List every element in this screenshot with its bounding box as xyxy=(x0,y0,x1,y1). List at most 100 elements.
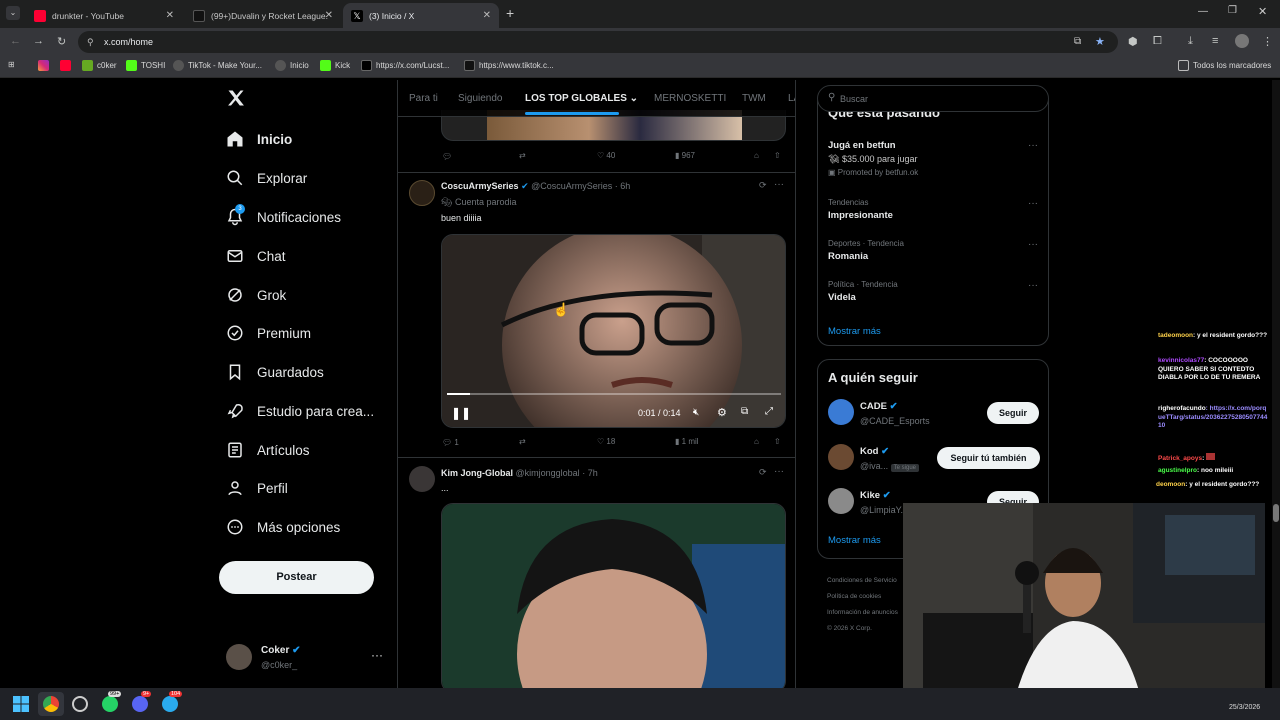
follow-suggestion[interactable]: Kod ✔ @iva... Te sigue Seguir tú también xyxy=(828,444,1042,474)
menu-dots-icon[interactable]: ⋮ xyxy=(1262,35,1273,48)
tab-tiktok[interactable]: (99+)Duvalin y Rocket League. ✕ xyxy=(185,3,341,28)
restore-icon[interactable]: ❐ xyxy=(1228,5,1237,16)
obs-icon[interactable] xyxy=(72,696,88,712)
nav-premium[interactable]: Premium xyxy=(226,324,311,342)
mute-icon[interactable]: 🔇︎ xyxy=(693,407,699,418)
window-close-icon[interactable]: ✕ xyxy=(1258,5,1267,18)
views-button[interactable]: ▮ 1 mil xyxy=(675,437,699,446)
like-button[interactable]: ♡ 40 xyxy=(597,151,615,160)
more-dots-icon[interactable]: ··· xyxy=(774,179,784,190)
bookmark-kick[interactable]: Kick xyxy=(320,60,350,71)
taskbar-date[interactable]: 25/3/2026 xyxy=(1229,704,1260,711)
forward-icon[interactable]: → xyxy=(33,35,44,47)
nav-more[interactable]: Más opciones xyxy=(226,518,340,536)
more-dots-icon[interactable]: ··· xyxy=(371,648,383,662)
tab-x-home[interactable]: 𝕏 (3) Inicio / X ✕ xyxy=(343,3,499,28)
avatar[interactable] xyxy=(409,466,435,492)
bookmark-c0ker[interactable]: c0ker xyxy=(82,60,117,71)
more-dots-icon[interactable]: ··· xyxy=(1028,280,1038,291)
discord-icon[interactable]: 9+ xyxy=(132,691,152,712)
post-button[interactable]: Postear xyxy=(219,561,374,594)
follow-back-button[interactable]: Seguir tú también xyxy=(937,447,1040,469)
grok-icon[interactable]: ⟳ xyxy=(759,467,767,478)
tab-for-you[interactable]: Para ti xyxy=(409,93,438,104)
show-more-link[interactable]: Mostrar más xyxy=(828,535,881,546)
bookmark-button[interactable]: ⌂ xyxy=(754,437,759,446)
author-handle[interactable]: @kimjongglobal xyxy=(516,468,580,478)
repost-button[interactable]: ⇄ xyxy=(519,437,526,446)
post-image[interactable] xyxy=(441,503,786,688)
trend-item[interactable]: Tendencias Impresionante ··· xyxy=(828,198,1042,221)
nav-articles[interactable]: Artículos xyxy=(226,441,310,459)
bookmark-button[interactable]: ⌂ xyxy=(754,151,759,160)
reply-button[interactable]: 💬︎ 1 xyxy=(442,438,459,447)
author-name[interactable]: CoscuArmySeries xyxy=(441,181,519,191)
bookmark-instagram[interactable] xyxy=(38,60,53,71)
search-box[interactable]: ⚲ Buscar xyxy=(817,85,1049,112)
x-logo-icon[interactable] xyxy=(226,88,246,108)
install-app-icon[interactable]: ⧉ xyxy=(1074,31,1081,53)
tab-top-globales[interactable]: LOS TOP GLOBALES ⌄ xyxy=(525,93,638,104)
tab-mernosketti[interactable]: MERNOSKETTI xyxy=(654,93,726,104)
url-bar[interactable]: ⚲ x.com/home ⧉ ★ xyxy=(78,31,1118,53)
close-icon[interactable]: ✕ xyxy=(325,10,333,21)
media-icon[interactable]: ≡ xyxy=(1212,35,1218,47)
trend-item[interactable]: Política · Tendencia Videla ··· xyxy=(828,280,1042,303)
bookmark-tiktok[interactable]: TikTok - Make Your... xyxy=(173,60,262,71)
author-handle[interactable]: @CoscuArmySeries xyxy=(531,181,612,191)
video-progress-track[interactable] xyxy=(447,393,781,395)
promoted-trend[interactable]: Jugá en betfun 💸︎ $35.000 para jugar ▣ P… xyxy=(828,140,1042,177)
new-tab-icon[interactable]: + xyxy=(506,5,514,21)
tab-youtube[interactable]: drunkter - YouTube ✕ xyxy=(26,3,182,28)
pip-icon[interactable]: ⧉ xyxy=(741,406,748,417)
grok-icon[interactable]: ⟳ xyxy=(759,180,767,191)
telegram-icon[interactable]: 104 xyxy=(162,691,183,712)
fullscreen-icon[interactable]: ⤢ xyxy=(765,406,773,417)
show-more-link[interactable]: Mostrar más xyxy=(828,326,881,337)
share-button[interactable]: ⇧ xyxy=(774,151,781,160)
more-dots-icon[interactable]: ··· xyxy=(1028,239,1038,250)
whatsapp-icon[interactable]: 99+ xyxy=(102,691,122,712)
more-dots-icon[interactable]: ··· xyxy=(1028,198,1038,209)
avatar[interactable] xyxy=(409,180,435,206)
page-scrollbar[interactable] xyxy=(1272,80,1280,688)
profile-avatar-icon[interactable] xyxy=(1235,34,1249,48)
more-dots-icon[interactable]: ··· xyxy=(1028,140,1038,151)
nav-bookmarks[interactable]: Guardados xyxy=(226,363,324,381)
repost-button[interactable]: ⇄ xyxy=(519,151,526,160)
nav-profile[interactable]: Perfil xyxy=(226,479,288,497)
download-icon[interactable]: ⤓ xyxy=(1188,35,1193,48)
nav-explore[interactable]: Explorar xyxy=(226,169,307,187)
bookmark-x-link[interactable]: https://x.com/Lucst... xyxy=(361,60,449,71)
follow-button[interactable]: Seguir xyxy=(987,402,1039,424)
post-time[interactable]: · 6h xyxy=(615,181,631,191)
bookmark-star-icon[interactable]: ★ xyxy=(1095,31,1105,53)
tab-la[interactable]: LA xyxy=(788,93,795,104)
post-time[interactable]: · 7h xyxy=(582,468,598,478)
video-player[interactable]: ❚❚ 0:01 / 0:14 🔇︎ ⚙ ⧉ ⤢ xyxy=(441,234,786,428)
apps-grid-icon[interactable]: ⊞ xyxy=(8,60,15,69)
bookmark-inicio[interactable]: Inicio xyxy=(275,60,309,71)
author-name[interactable]: Kim Jong-Global xyxy=(441,468,513,478)
scrollbar-thumb[interactable] xyxy=(1273,504,1279,522)
nav-creator-studio[interactable]: Estudio para crea... xyxy=(226,402,374,420)
windows-start-icon[interactable] xyxy=(13,696,29,712)
share-button[interactable]: ⇧ xyxy=(774,437,781,446)
nav-chat[interactable]: Chat xyxy=(226,247,286,265)
close-icon[interactable]: ✕ xyxy=(166,10,174,21)
views-button[interactable]: ▮ 967 xyxy=(675,151,695,160)
puzzle-icon[interactable]: ⧠ xyxy=(1153,35,1162,48)
pause-icon[interactable]: ❚❚ xyxy=(451,406,471,420)
extension-icon[interactable]: ⬢ xyxy=(1128,35,1138,48)
site-info-icon[interactable]: ⚲ xyxy=(87,31,94,53)
like-button[interactable]: ♡ 18 xyxy=(597,437,615,446)
bookmark-toshi[interactable]: TOSHI xyxy=(126,60,165,71)
chrome-taskbar-button[interactable] xyxy=(38,692,64,716)
back-icon[interactable]: ← xyxy=(10,35,21,47)
tab-twm[interactable]: TWM xyxy=(742,93,766,104)
settings-icon[interactable]: ⚙ xyxy=(717,406,727,419)
reload-icon[interactable]: ↻ xyxy=(57,35,66,48)
close-icon[interactable]: ✕ xyxy=(483,10,491,21)
trend-item[interactable]: Deportes · Tendencia Romania ··· xyxy=(828,239,1042,262)
bookmark-youtube[interactable] xyxy=(60,60,75,71)
